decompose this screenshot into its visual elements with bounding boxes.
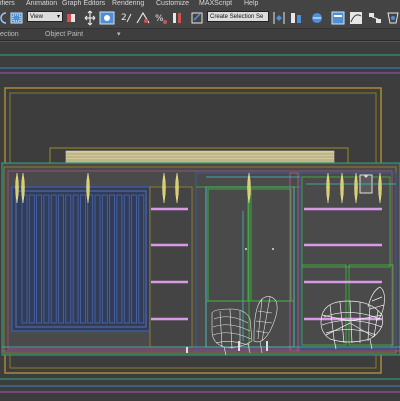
ribbon-tabs: ection Object Paint ▾ bbox=[0, 29, 400, 41]
scene-wireframe bbox=[0, 54, 400, 393]
select-object-icon[interactable] bbox=[99, 10, 115, 26]
select-move-icon[interactable] bbox=[84, 10, 96, 26]
menu-customize[interactable]: Customize bbox=[156, 0, 189, 8]
named-selection-set-dropdown[interactable]: Create Selection Se▾ bbox=[207, 11, 269, 22]
select-region-icon[interactable] bbox=[10, 10, 24, 26]
chevron-down-icon: ▾ bbox=[56, 14, 60, 20]
ribbon-options-icon[interactable]: ▾ bbox=[117, 30, 121, 39]
layer-manager-icon[interactable] bbox=[310, 10, 324, 26]
menu-modifiers[interactable]: ifiers bbox=[0, 0, 15, 8]
left-shelf-column bbox=[149, 186, 193, 348]
schematic-view-icon[interactable] bbox=[368, 10, 382, 26]
spinner-snap-icon[interactable] bbox=[171, 10, 183, 26]
material-editor-icon[interactable] bbox=[386, 10, 400, 26]
tab-selection[interactable]: ection bbox=[0, 30, 19, 39]
menu-animation[interactable]: Animation bbox=[26, 0, 57, 8]
menu-bar: ifiers Animation Graph Editors Rendering… bbox=[0, 0, 400, 8]
pivot-icon[interactable] bbox=[66, 10, 76, 26]
menu-graph-editors[interactable]: Graph Editors bbox=[62, 0, 105, 8]
angle-snap-icon[interactable] bbox=[136, 10, 150, 26]
svg-text:2: 2 bbox=[121, 13, 127, 23]
scene-explorer-icon[interactable] bbox=[331, 10, 345, 26]
curve-editor-icon[interactable] bbox=[349, 10, 363, 26]
menu-help[interactable]: Help bbox=[244, 0, 258, 8]
named-selection-set-value: Create Selection Se bbox=[210, 14, 264, 20]
snap-toggle-icon[interactable]: 2 bbox=[121, 10, 133, 26]
svg-text:%: % bbox=[155, 14, 164, 24]
reference-coordinate-dropdown[interactable]: View ▾ bbox=[27, 11, 63, 22]
main-toolbar: View ▾ 2 % Create Selection Se▾ bbox=[0, 8, 400, 29]
align-icon[interactable] bbox=[289, 10, 303, 26]
mirror-icon[interactable] bbox=[273, 10, 285, 26]
named-selection-sets-icon[interactable] bbox=[190, 10, 204, 26]
tab-object-paint[interactable]: Object Paint bbox=[45, 30, 83, 39]
menu-maxscript[interactable]: MAXScript bbox=[199, 0, 232, 8]
menu-rendering[interactable]: Rendering bbox=[112, 0, 144, 8]
front-viewport[interactable] bbox=[0, 41, 400, 400]
percent-snap-icon[interactable]: % bbox=[155, 10, 167, 26]
rotate-icon[interactable] bbox=[0, 10, 8, 26]
reference-coordinate-value: View bbox=[30, 14, 43, 20]
